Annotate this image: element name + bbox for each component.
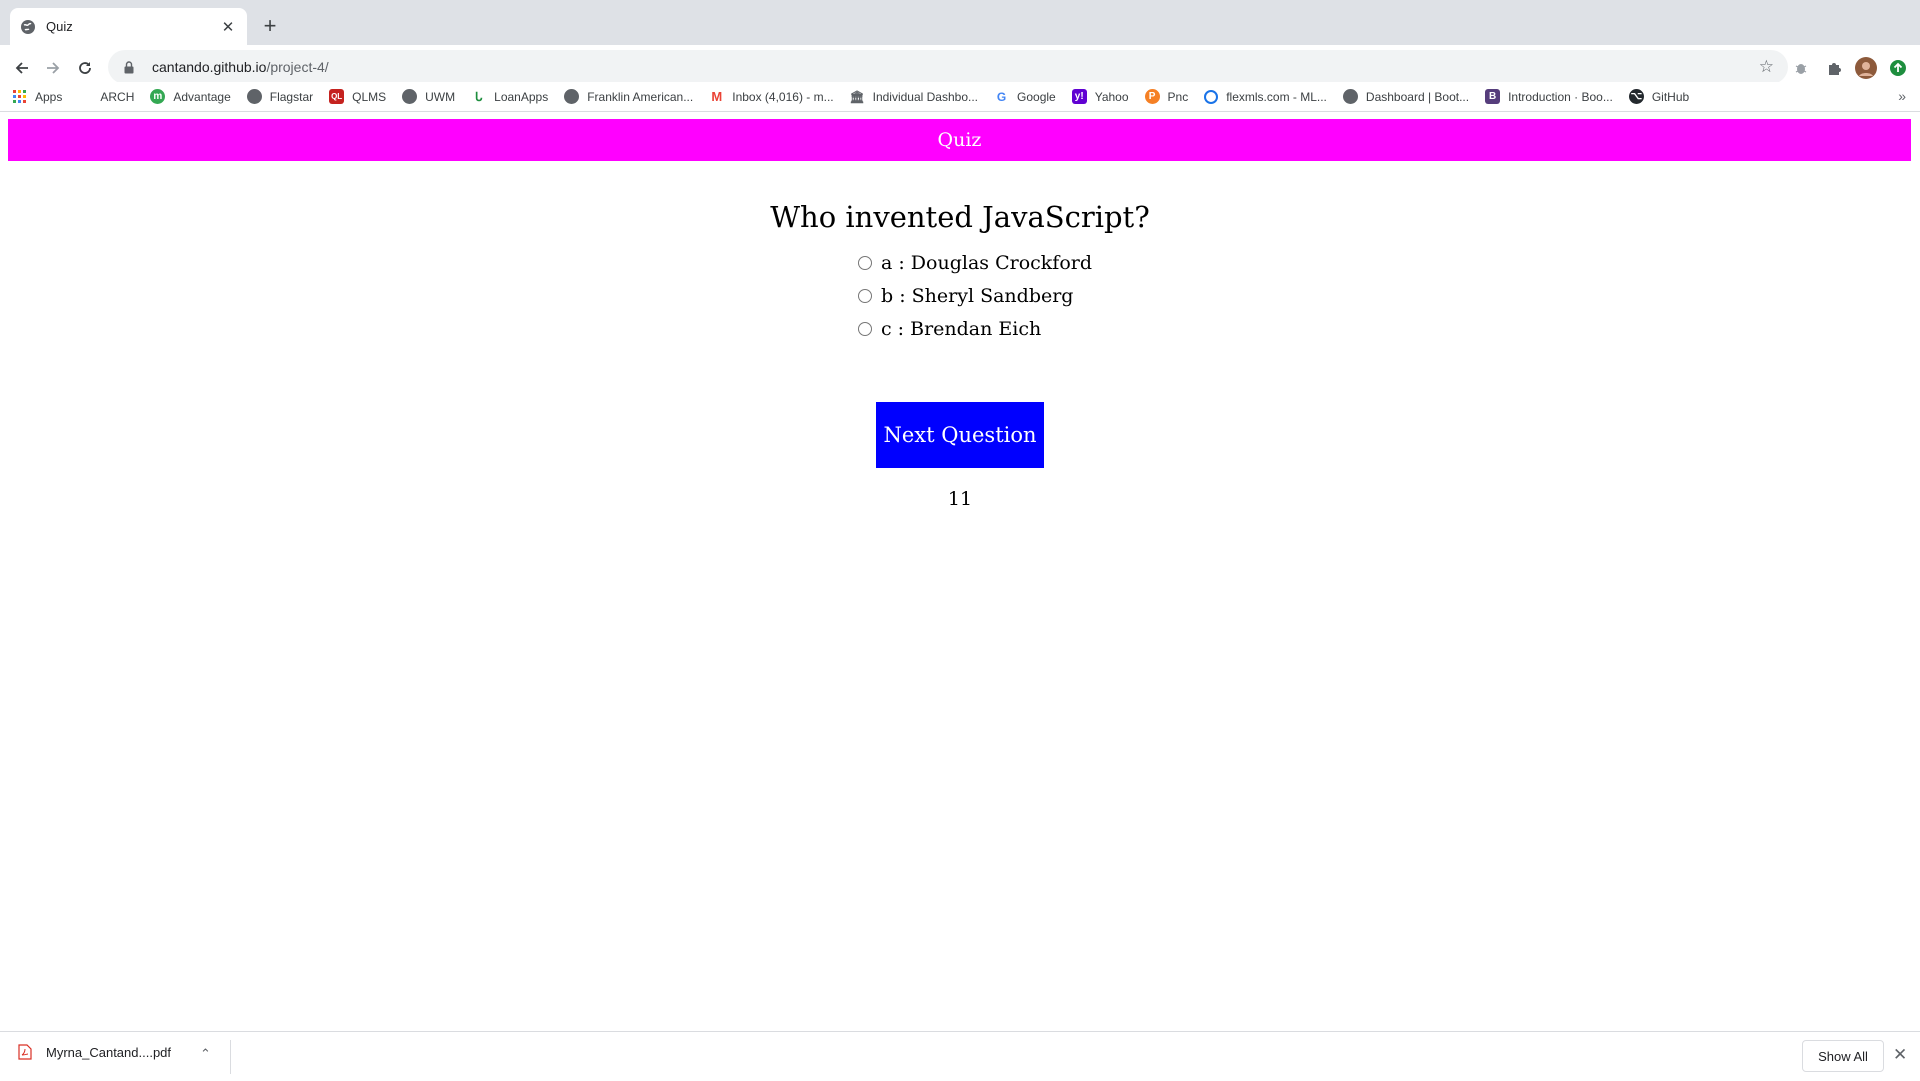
gmail-icon: M bbox=[711, 89, 723, 104]
forward-arrow-icon[interactable] bbox=[40, 55, 66, 81]
download-item[interactable]: Myrna_Cantand....pdf bbox=[18, 1044, 171, 1060]
bank-icon: 🏛 bbox=[849, 89, 865, 104]
flexmls-icon bbox=[1204, 89, 1219, 104]
google-icon: G bbox=[996, 89, 1007, 104]
new-tab-icon[interactable]: + bbox=[258, 13, 282, 38]
quiz-header-title: Quiz bbox=[937, 129, 982, 151]
option-b[interactable]: b : Sheryl Sandberg bbox=[858, 279, 1092, 312]
option-label: a : Douglas Crockford bbox=[881, 251, 1093, 274]
globe-icon bbox=[1342, 89, 1358, 104]
close-icon[interactable]: ✕ bbox=[1893, 1045, 1907, 1065]
bookmark-apps[interactable]: Apps bbox=[12, 89, 62, 104]
bookmark-label: Franklin American... bbox=[587, 89, 694, 104]
bookmark-label: LoanApps bbox=[494, 89, 549, 104]
quiz-header-bar: Quiz bbox=[8, 119, 1911, 161]
bookmark-label: UWM bbox=[425, 89, 456, 104]
back-arrow-icon[interactable] bbox=[9, 55, 35, 81]
radio-option-b[interactable] bbox=[858, 288, 872, 303]
lock-icon[interactable] bbox=[122, 60, 136, 74]
option-c[interactable]: c : Brendan Eich bbox=[858, 312, 1092, 345]
question-text: Who invented JavaScript? bbox=[770, 200, 1150, 234]
tab-title: Quiz bbox=[46, 19, 73, 34]
bookmark-label: Flagstar bbox=[269, 89, 314, 104]
bookmark-label: ARCH bbox=[100, 89, 135, 104]
radio-option-c[interactable] bbox=[858, 321, 872, 336]
bookmark-label: Pnc bbox=[1167, 89, 1189, 104]
qlms-icon: QL bbox=[329, 89, 345, 104]
bookmark-introduction-bootstrap[interactable]: B Introduction · Boo... bbox=[1485, 89, 1613, 104]
bookmark-label: Introduction · Boo... bbox=[1508, 89, 1613, 104]
bookmark-google[interactable]: G Google bbox=[994, 89, 1056, 104]
url-host: cantando.github.io bbox=[152, 59, 267, 75]
bookmark-dashboard-boot[interactable]: Dashboard | Boot... bbox=[1342, 89, 1470, 104]
bookmark-label: Advantage bbox=[173, 89, 231, 104]
yahoo-icon: y! bbox=[1071, 89, 1087, 104]
advantage-icon: m bbox=[150, 89, 166, 104]
profile-avatar[interactable] bbox=[1854, 56, 1878, 80]
bookmark-qlms[interactable]: QL QLMS bbox=[329, 89, 386, 104]
update-icon[interactable] bbox=[1886, 56, 1910, 80]
download-shelf: Myrna_Cantand....pdf ⌃ Show All ✕ bbox=[0, 1031, 1920, 1081]
github-icon: ⌥ bbox=[1628, 89, 1644, 104]
address-bar[interactable]: cantando.github.io/project-4/ ☆ bbox=[108, 50, 1788, 84]
globe-icon bbox=[402, 89, 418, 104]
radio-option-a[interactable] bbox=[858, 255, 872, 270]
apps-grid-icon bbox=[12, 89, 27, 104]
pnc-icon: P bbox=[1144, 89, 1160, 104]
url-path: /project-4/ bbox=[266, 59, 329, 75]
pdf-file-icon bbox=[18, 1044, 32, 1060]
score-counter: 11 bbox=[947, 488, 973, 510]
tab-quiz[interactable]: Quiz ✕ bbox=[10, 8, 247, 45]
bookmark-franklin-american[interactable]: Franklin American... bbox=[564, 89, 693, 104]
bookmark-yahoo[interactable]: y! Yahoo bbox=[1071, 89, 1129, 104]
bookmarks-bar: Apps ARCH m Advantage Flagstar QL QLMS U… bbox=[0, 82, 1920, 112]
extension-bug-icon[interactable] bbox=[1789, 56, 1813, 80]
reload-icon[interactable] bbox=[72, 55, 98, 81]
bookmark-advantage[interactable]: m Advantage bbox=[150, 89, 231, 104]
bookmark-arch[interactable]: ARCH bbox=[100, 90, 134, 104]
bookmark-label: Individual Dashbo... bbox=[872, 89, 979, 104]
bookmark-flagstar[interactable]: Flagstar bbox=[246, 89, 314, 104]
show-all-button[interactable]: Show All bbox=[1802, 1040, 1884, 1072]
bookmark-label: Google bbox=[1017, 89, 1056, 104]
globe-icon bbox=[246, 89, 262, 104]
tab-strip: Quiz ✕ + bbox=[0, 0, 1920, 45]
loanapps-icon: ᒐ bbox=[474, 89, 483, 104]
next-question-button[interactable]: Next Question bbox=[876, 402, 1044, 468]
bookmark-individual-dashboard[interactable]: 🏛 Individual Dashbo... bbox=[849, 89, 979, 104]
bookmark-label: QLMS bbox=[352, 89, 387, 104]
bookmark-loanapps[interactable]: ᒐ LoanApps bbox=[471, 89, 548, 104]
bookmark-flexmls[interactable]: flexmls.com - ML... bbox=[1204, 89, 1327, 104]
bookmark-inbox[interactable]: M Inbox (4,016) - m... bbox=[709, 89, 833, 104]
bookmark-label: Inbox (4,016) - m... bbox=[732, 89, 834, 104]
answer-options: a : Douglas Crockford b : Sheryl Sandber… bbox=[858, 246, 1092, 345]
bookmarks-overflow-icon[interactable]: » bbox=[1898, 88, 1906, 104]
globe-icon bbox=[20, 19, 36, 35]
option-label: b : Sheryl Sandberg bbox=[881, 284, 1074, 307]
chevron-up-icon[interactable]: ⌃ bbox=[200, 1046, 211, 1062]
option-a[interactable]: a : Douglas Crockford bbox=[858, 246, 1092, 279]
bookmark-label: Apps bbox=[35, 89, 63, 104]
bookmark-github[interactable]: ⌥ GitHub bbox=[1628, 89, 1690, 104]
bookmark-uwm[interactable]: UWM bbox=[402, 89, 455, 104]
close-icon[interactable]: ✕ bbox=[219, 18, 237, 36]
bookmark-star-icon[interactable]: ☆ bbox=[1759, 57, 1774, 77]
globe-icon bbox=[564, 89, 580, 104]
bookmark-label: GitHub bbox=[1651, 89, 1690, 104]
download-file-name: Myrna_Cantand....pdf bbox=[46, 1044, 172, 1060]
bookmark-label: flexmls.com - ML... bbox=[1226, 89, 1327, 104]
bookmark-pnc[interactable]: P Pnc bbox=[1144, 89, 1189, 104]
page-content: Quiz Who invented JavaScript? a : Dougla… bbox=[0, 112, 1920, 1030]
bookmark-label: Yahoo bbox=[1094, 89, 1129, 104]
bookmark-label: Dashboard | Boot... bbox=[1365, 89, 1470, 104]
option-label: c : Brendan Eich bbox=[881, 317, 1042, 340]
divider bbox=[230, 1040, 231, 1074]
extensions-puzzle-icon[interactable] bbox=[1822, 56, 1846, 80]
bootstrap-icon: B bbox=[1485, 89, 1501, 104]
